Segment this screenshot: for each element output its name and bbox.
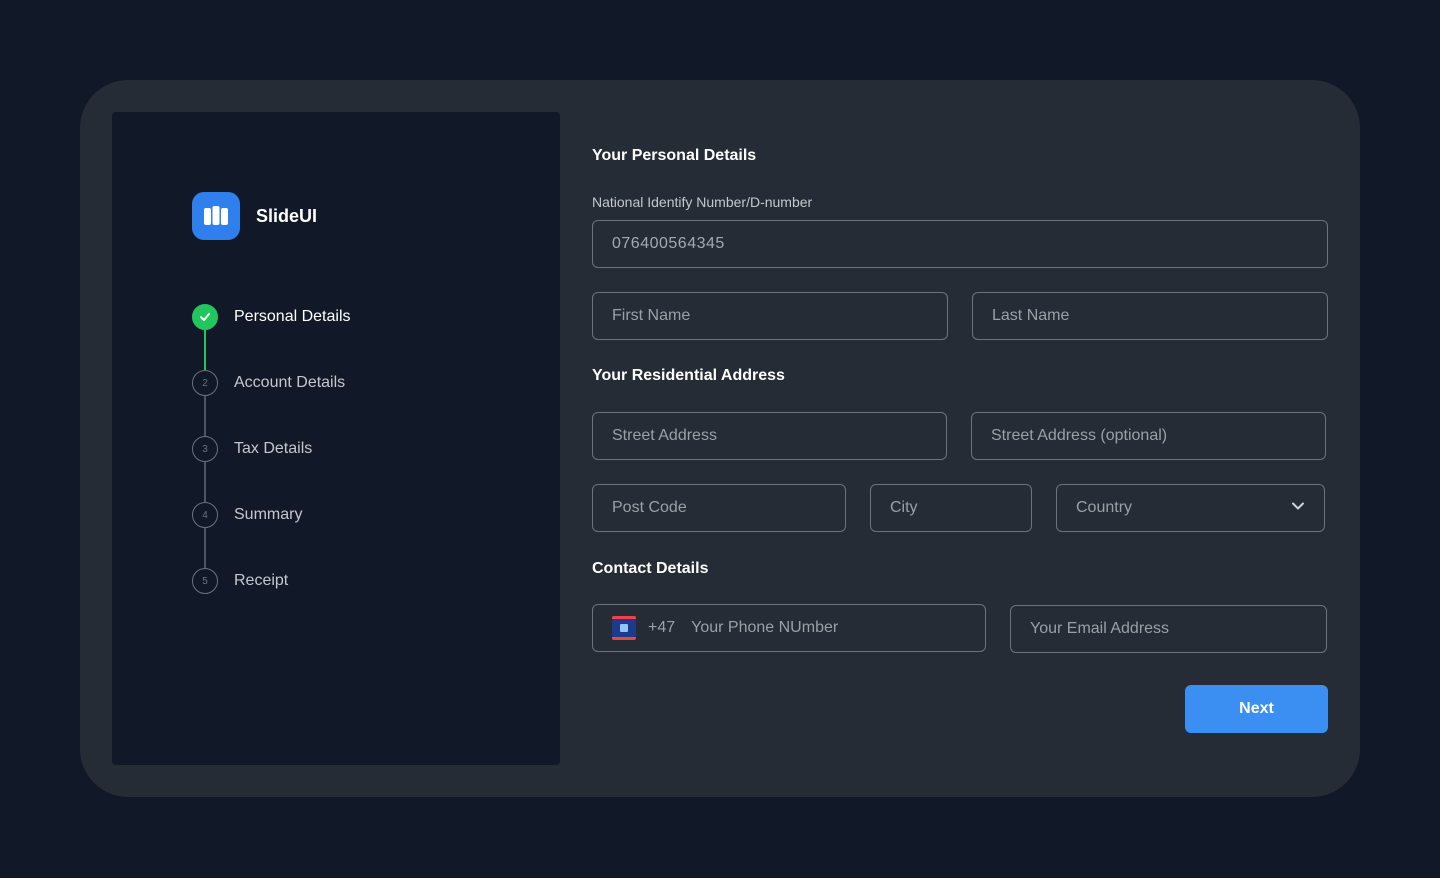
step-connector — [204, 528, 206, 568]
step-label: Summary — [234, 506, 303, 523]
step-label: Tax Details — [234, 440, 313, 457]
last-name-field[interactable]: Last Name — [972, 292, 1328, 340]
step-label: Receipt — [234, 572, 289, 589]
next-button[interactable]: Next — [1185, 685, 1328, 733]
phone-field[interactable]: +47 Your Phone NUmber — [592, 604, 986, 652]
step-label: Account Details — [234, 374, 346, 391]
check-icon — [192, 304, 218, 330]
step-number: 3 — [192, 436, 218, 462]
national-id-field[interactable]: 076400564345 — [592, 220, 1328, 268]
country-placeholder: Country — [1076, 499, 1133, 516]
email-field[interactable]: Your Email Address — [1010, 605, 1327, 653]
residential-address-title: Your Residential Address — [592, 367, 785, 384]
step-account-details[interactable]: 2 Account Details — [192, 370, 345, 396]
step-summary[interactable]: 4 Summary — [192, 502, 302, 528]
step-tax-details[interactable]: 3 Tax Details — [192, 436, 312, 462]
street-address-field[interactable]: Street Address — [592, 412, 947, 460]
step-number: 2 — [192, 370, 218, 396]
first-name-field[interactable]: First Name — [592, 292, 948, 340]
street-address-placeholder: Street Address — [612, 427, 717, 444]
email-placeholder: Your Email Address — [1030, 620, 1170, 637]
city-placeholder: City — [890, 499, 918, 516]
contact-details-title: Contact Details — [592, 560, 709, 577]
country-select[interactable]: Country — [1056, 484, 1325, 532]
chevron-down-icon — [1291, 499, 1305, 518]
form-card: SlideUI Personal Details 2 Account Detai… — [80, 80, 1360, 797]
street-address-optional-field[interactable]: Street Address (optional) — [971, 412, 1326, 460]
first-name-placeholder: First Name — [612, 307, 691, 324]
step-connector — [204, 396, 206, 436]
step-connector — [204, 330, 206, 370]
step-personal-details[interactable]: Personal Details — [192, 304, 351, 330]
last-name-placeholder: Last Name — [992, 307, 1070, 324]
step-number: 5 — [192, 568, 218, 594]
post-code-placeholder: Post Code — [612, 499, 687, 516]
sidebar: SlideUI Personal Details 2 Account Detai… — [112, 112, 560, 765]
brand: SlideUI — [192, 192, 317, 240]
step-number: 4 — [192, 502, 218, 528]
post-code-field[interactable]: Post Code — [592, 484, 846, 532]
step-connector — [204, 462, 206, 502]
personal-details-title: Your Personal Details — [592, 147, 757, 164]
national-id-label: National Identify Number/D-number — [592, 194, 813, 210]
phone-placeholder: Your Phone NUmber — [691, 619, 839, 636]
city-field[interactable]: City — [870, 484, 1032, 532]
national-id-value: 076400564345 — [612, 235, 725, 252]
flag-icon[interactable] — [612, 616, 636, 640]
book-icon — [192, 192, 240, 240]
step-label: Personal Details — [234, 308, 351, 325]
dial-code: +47 — [648, 619, 676, 636]
street-address-optional-placeholder: Street Address (optional) — [991, 427, 1168, 444]
brand-name: SlideUI — [256, 205, 318, 226]
step-receipt[interactable]: 5 Receipt — [192, 568, 288, 594]
